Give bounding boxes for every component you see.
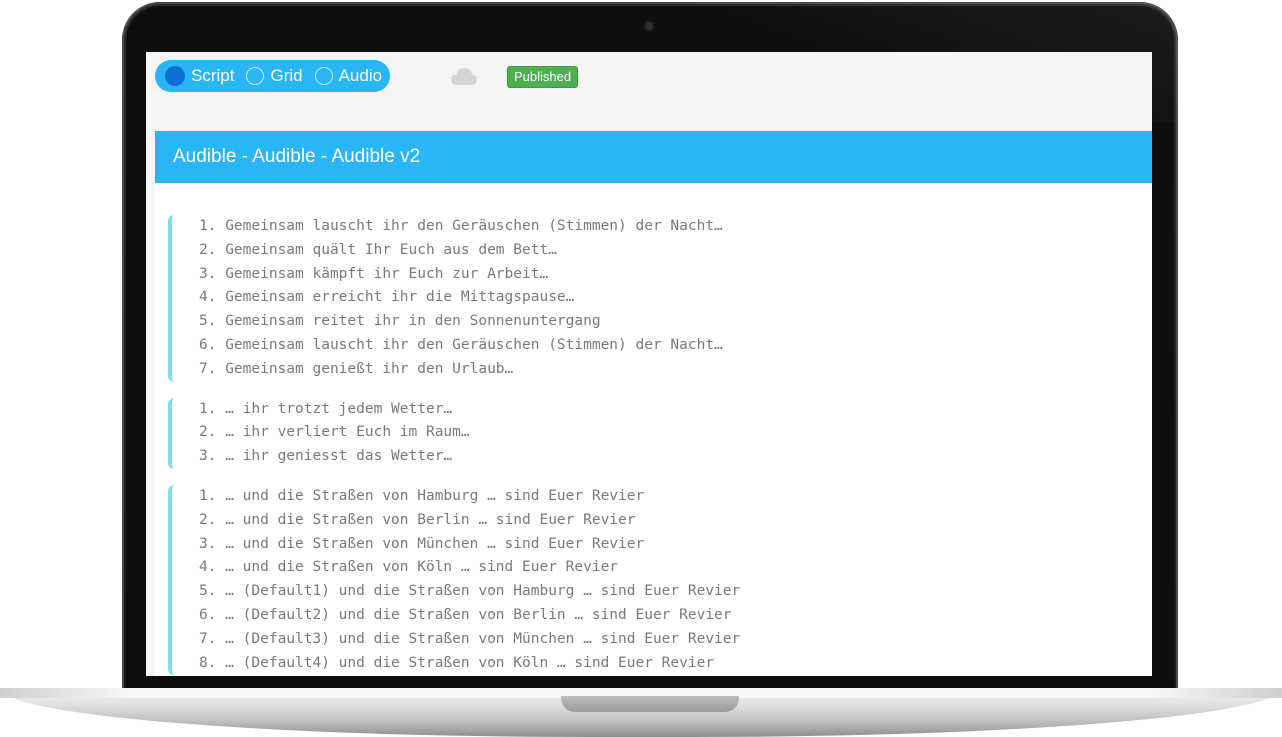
mode-script-label: Script bbox=[191, 66, 235, 85]
radio-selected-icon bbox=[165, 66, 185, 86]
script-group: 1. Gemeinsam lauscht ihr den Geräuschen … bbox=[168, 215, 1152, 382]
list-item: 3. Gemeinsam kämpft ihr Euch zur Arbeit… bbox=[199, 265, 549, 282]
mode-audio-label: Audio bbox=[338, 66, 383, 85]
list-item: 2. Gemeinsam quält Ihr Euch aus dem Bett… bbox=[199, 241, 557, 258]
script-group: 1. … und die Straßen von Hamburg … sind … bbox=[168, 484, 1152, 676]
radio-icon bbox=[246, 67, 265, 85]
list-item: 7. … (Default3) und die Straßen von Münc… bbox=[199, 630, 741, 647]
mode-audio[interactable]: Audio bbox=[314, 66, 383, 86]
script-card: Audible - Audible - Audible v2 1. Gemein… bbox=[155, 131, 1152, 676]
list-item: 3. … und die Straßen von München … sind … bbox=[199, 535, 645, 552]
list-item: 6. … (Default2) und die Straßen von Berl… bbox=[199, 606, 732, 623]
list-item: 2. … ihr verliert Euch im Raum… bbox=[199, 424, 470, 441]
radio-icon bbox=[314, 67, 333, 85]
script-group: 1. … ihr trotzt jedem Wetter… 2. … ihr v… bbox=[168, 397, 1152, 469]
list-item: 2. … und die Straßen von Berlin … sind E… bbox=[199, 511, 636, 528]
list-item: 3. … ihr geniesst das Wetter… bbox=[199, 448, 453, 465]
list-item: 1. … ihr trotzt jedem Wetter… bbox=[199, 400, 453, 417]
list-item: 5. … (Default1) und die Straßen von Hamb… bbox=[199, 583, 741, 600]
cloud-icon[interactable] bbox=[450, 66, 478, 86]
camera-icon bbox=[645, 22, 653, 30]
list-item: 5. Gemeinsam reitet ihr in den Sonnenunt… bbox=[199, 313, 601, 330]
app-screen: Script Grid Audio Published Audible - Au… bbox=[146, 52, 1152, 676]
list-item: 8. … (Default4) und die Straßen von Köln… bbox=[199, 654, 715, 671]
list-item: 4. … und die Straßen von Köln … sind Eue… bbox=[199, 559, 619, 576]
list-item: 4. Gemeinsam erreicht ihr die Mittagspau… bbox=[199, 289, 575, 306]
view-mode-toggle: Script Grid Audio bbox=[155, 60, 391, 92]
laptop-notch bbox=[561, 696, 739, 712]
list-item: 1. … und die Straßen von Hamburg … sind … bbox=[199, 487, 645, 504]
list-item: 7. Gemeinsam genießt ihr den Urlaub… bbox=[199, 360, 514, 377]
list-item: 1. Gemeinsam lauscht ihr den Geräuschen … bbox=[199, 218, 723, 234]
status-badge: Published bbox=[507, 66, 579, 88]
mode-grid[interactable]: Grid bbox=[246, 66, 303, 86]
card-title: Audible - Audible - Audible v2 bbox=[155, 131, 1152, 183]
mode-script[interactable]: Script bbox=[165, 66, 234, 86]
list-item: 6. Gemeinsam lauscht ihr den Geräuschen … bbox=[199, 336, 723, 353]
mode-grid-label: Grid bbox=[270, 66, 303, 85]
